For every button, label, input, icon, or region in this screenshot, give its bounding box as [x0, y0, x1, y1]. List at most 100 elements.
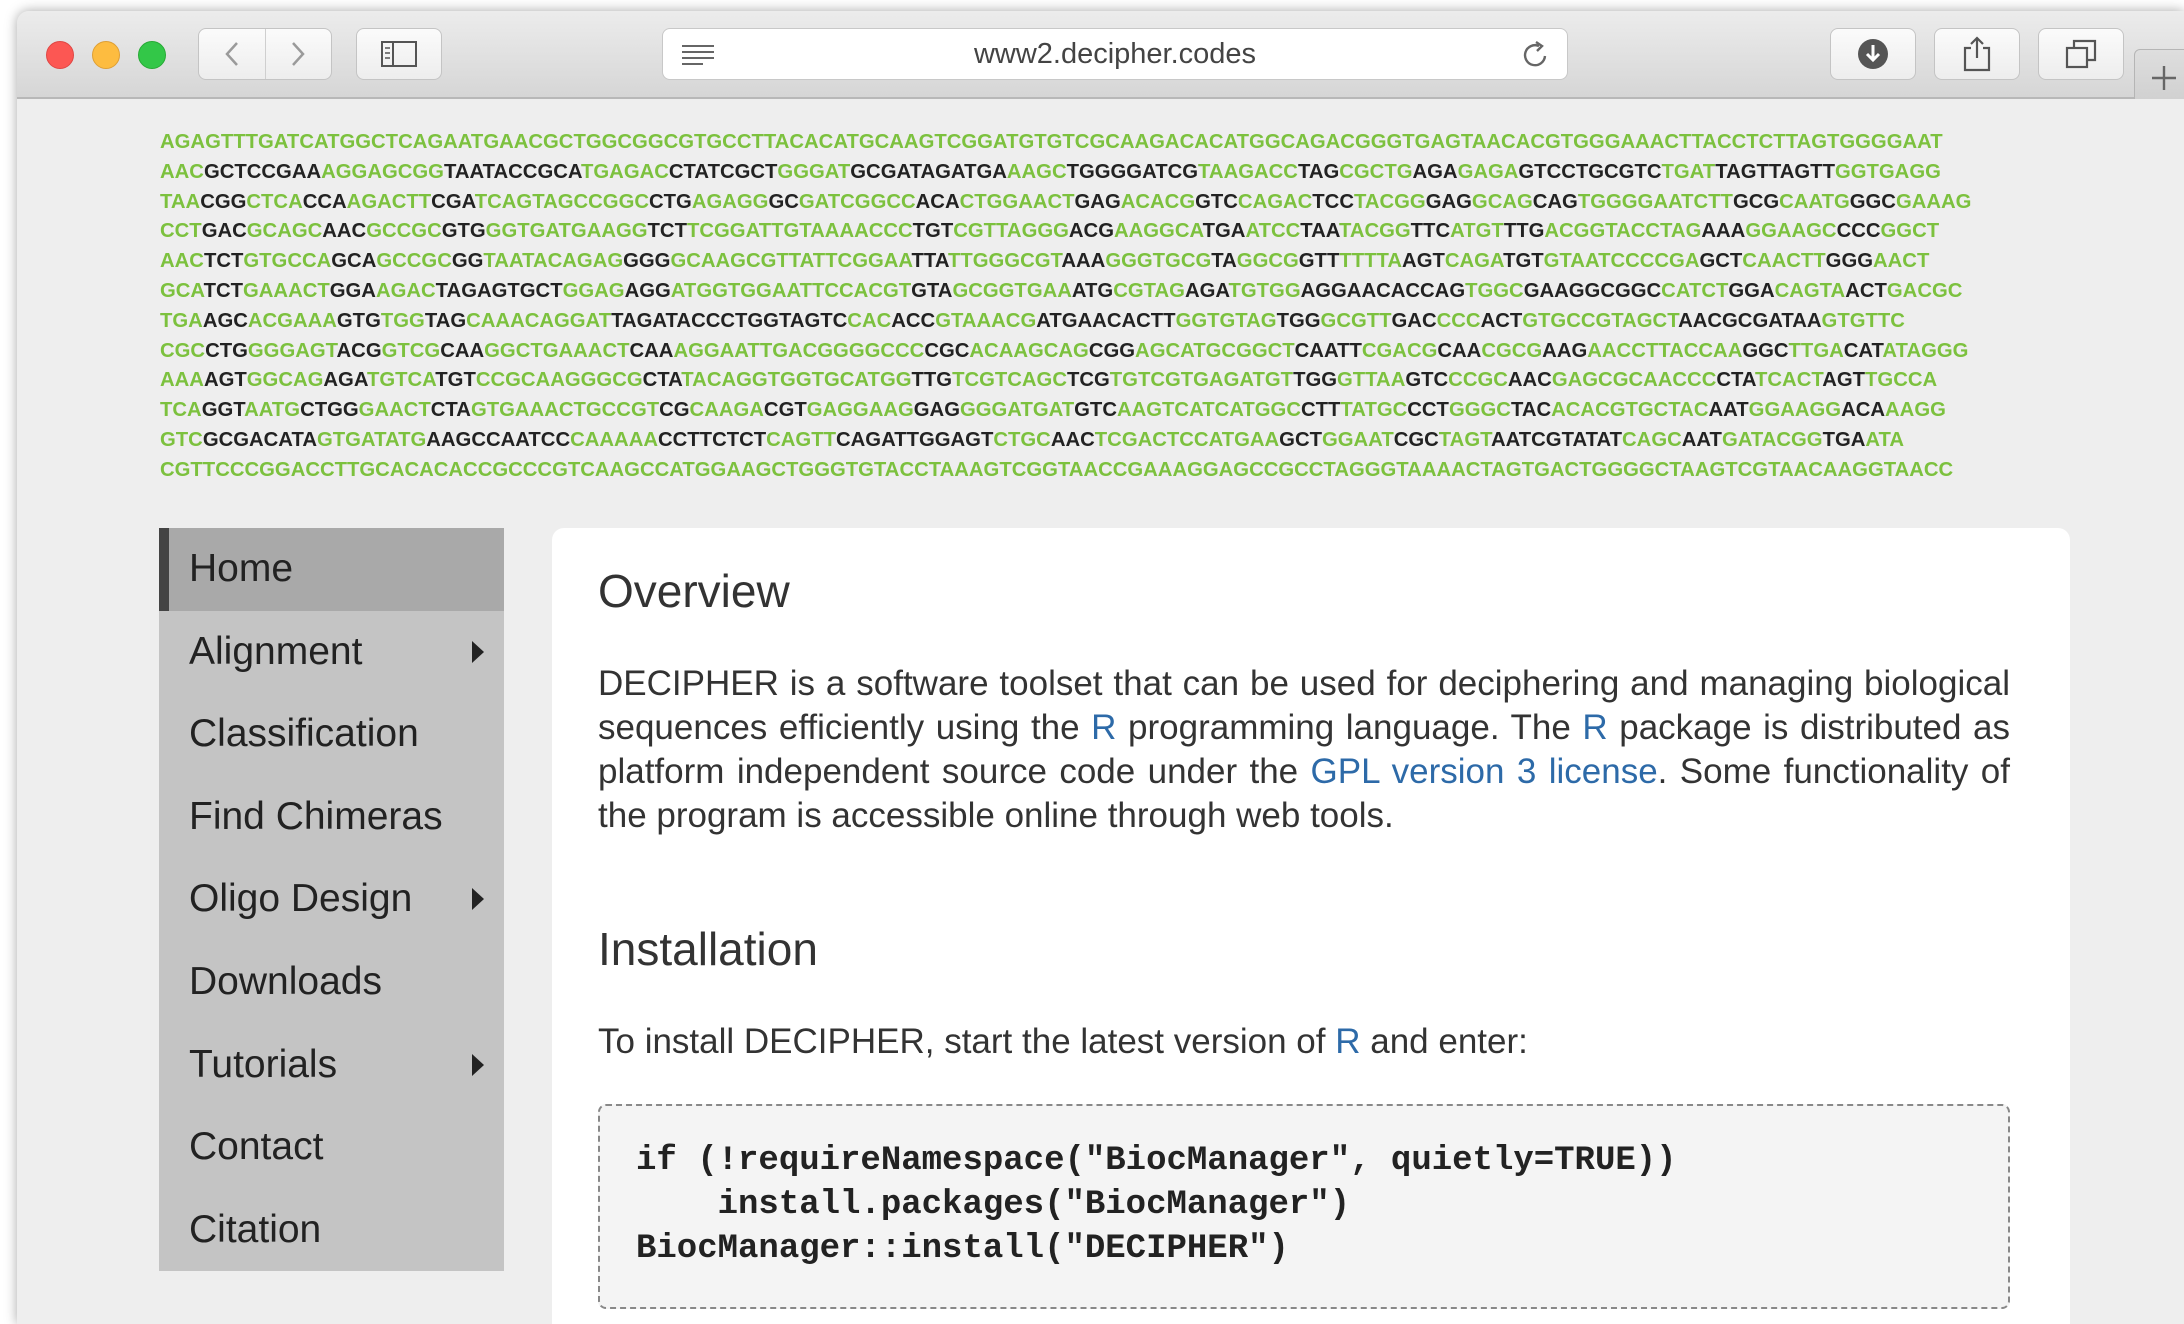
dna-segment: TGA	[1822, 428, 1866, 451]
dna-segment: CGACG	[1361, 339, 1438, 362]
downloads-button[interactable]	[1830, 28, 1916, 80]
plus-icon	[2152, 66, 2176, 90]
dna-segment: TCGTCAGC	[952, 369, 1067, 392]
dna-segment: TACAGGTGGTGCATGG	[681, 369, 912, 392]
zoom-window-button[interactable]	[138, 41, 166, 69]
dna-segment: AAA	[160, 369, 204, 392]
sidebar-item-label: Find Chimeras	[189, 794, 443, 838]
dna-segment: CAGA	[1444, 250, 1504, 273]
dna-segment: ACC	[891, 309, 936, 332]
dna-segment: CGG	[1088, 339, 1136, 362]
dna-segment: TA	[1211, 250, 1237, 273]
dna-segment: ACAAGCAG	[969, 339, 1089, 362]
gpl-license-link[interactable]: GPL version 3 license	[1311, 752, 1658, 791]
dna-segment: AAA	[1061, 250, 1106, 273]
sidebar-toggle-button[interactable]	[356, 28, 442, 80]
dna-segment: AATG	[244, 399, 301, 422]
dna-sequence-row: CGCCTGGGGAGTACGGTCGCAAGGCTGAAACTCAAAGGAA…	[160, 337, 2053, 367]
dna-segment: AACGCGATAA	[1678, 309, 1822, 332]
dna-segment: TGG	[1276, 309, 1321, 332]
reload-icon[interactable]	[1521, 40, 1551, 70]
r-link[interactable]: R	[1091, 708, 1116, 747]
dna-segment: ATGT	[1450, 220, 1504, 243]
dna-segment: GCA	[160, 279, 204, 302]
dna-segment: TAGATACCCTGGTAGTC	[611, 309, 848, 332]
dna-segment: TCT	[647, 220, 687, 243]
dna-segment: TGG	[380, 309, 425, 332]
dna-segment: GG	[451, 250, 484, 273]
dna-segment: GCTCCGAA	[203, 160, 322, 183]
dna-segment: TGT	[435, 369, 476, 392]
dna-segment: AGC	[202, 309, 248, 332]
dna-segment: AGCATGCGGCT	[1135, 339, 1295, 362]
minimize-window-button[interactable]	[92, 41, 120, 69]
dna-sequence-row: AGAGTTTGATCATGGCTCAGAATGAACGCTGGCGGCGTGC…	[160, 128, 2053, 158]
dna-segment: ACG	[1068, 220, 1114, 243]
r-link[interactable]: R	[1582, 708, 1607, 747]
dna-segment: GCT	[1279, 428, 1322, 451]
dna-sequence-row: GTCGCGACATAGTGATATGAAGCCAATCCCAAAAACCTTC…	[160, 426, 2053, 456]
dna-segment: GGCAG	[246, 369, 324, 392]
dna-segment: AGT	[1402, 250, 1445, 273]
dna-segment: GAAACT	[243, 279, 330, 302]
dna-segment: TGA	[160, 309, 203, 332]
dna-segment: CG	[659, 399, 690, 422]
dna-segment: TAG	[424, 309, 467, 332]
dna-segment: TAA	[1300, 220, 1339, 243]
dna-segment: GATCGGCC	[798, 190, 916, 213]
dna-segment: CCT	[160, 220, 202, 243]
close-window-button[interactable]	[46, 41, 74, 69]
back-button[interactable]	[199, 29, 266, 79]
dna-segment: AAGCCAATCC	[426, 428, 571, 451]
dna-segment: GGA	[1728, 279, 1775, 302]
dna-sequence-row: TAACGGCTCACCAAGACTTCGATCAGTAGCCGGCCTGAGA…	[160, 188, 2053, 218]
dna-segment: CATCT	[1661, 279, 1729, 302]
dna-segment: AGGAACACCAG	[1300, 279, 1466, 302]
dna-segment: GTGCCGTAGCT	[1522, 309, 1679, 332]
dna-segment: ACACG	[1120, 190, 1196, 213]
dna-segment: AGA	[1184, 279, 1229, 302]
sidebar-item-home[interactable]: Home	[159, 528, 504, 611]
dna-segment: TTG	[911, 369, 953, 392]
dna-segment: ATA	[1865, 428, 1905, 451]
dna-segment: CCC	[1436, 309, 1481, 332]
sidebar-item-find-chimeras[interactable]: Find Chimeras	[159, 776, 504, 859]
dna-segment: TGTCA	[366, 369, 436, 392]
dna-segment: TGGGGAATCTT	[1577, 190, 1733, 213]
dna-segment: TACGG	[1353, 190, 1426, 213]
dna-segment: ACT	[1480, 309, 1523, 332]
dna-segment: GCGATAGATGA	[850, 160, 1007, 183]
dna-segment: GTAATCCCCGA	[1543, 250, 1700, 273]
sidebar-item-alignment[interactable]: Alignment	[159, 611, 504, 694]
sidebar-item-downloads[interactable]: Downloads	[159, 941, 504, 1024]
sidebar-item-contact[interactable]: Contact	[159, 1106, 504, 1189]
dna-segment: CAATT	[1294, 339, 1362, 362]
dna-segment: AAG	[1542, 339, 1588, 362]
dna-segment: GAG	[913, 399, 960, 422]
dna-segment: AGGAATTGACGGGGCCC	[673, 339, 925, 362]
dna-segment: TGCCA	[1865, 369, 1938, 392]
dna-segment: AAC	[1507, 369, 1552, 392]
dna-segment: TTTTA	[1339, 250, 1403, 273]
dna-segment: GTT	[1298, 250, 1340, 273]
sidebar-item-tutorials[interactable]: Tutorials	[159, 1024, 504, 1107]
dna-segment: GGTGTAG	[1175, 309, 1277, 332]
sidebar-item-label: Oligo Design	[189, 877, 413, 921]
sidebar-item-label: Tutorials	[189, 1042, 338, 1086]
r-link[interactable]: R	[1335, 1022, 1360, 1061]
dna-segment: GCGACATA	[202, 428, 317, 451]
dna-segment: CAGTT	[766, 428, 836, 451]
share-button[interactable]	[1934, 28, 2020, 80]
dna-segment: CGC	[160, 339, 206, 362]
sidebar-item-citation[interactable]: Citation	[159, 1189, 504, 1272]
sidebar-item-oligo-design[interactable]: Oligo Design	[159, 858, 504, 941]
sidebar-item-classification[interactable]: Classification	[159, 693, 504, 776]
dna-segment: TCGACTCCATGAA	[1094, 428, 1280, 451]
tabs-overview-button[interactable]	[2038, 28, 2124, 80]
dna-segment: GGGATGAT	[959, 399, 1075, 422]
dna-segment: GAAGGCGGC	[1523, 279, 1662, 302]
address-bar[interactable]: www2.decipher.codes	[662, 28, 1568, 80]
dna-segment: ACA	[1841, 399, 1886, 422]
dna-segment: CAGAC	[1237, 190, 1313, 213]
forward-button[interactable]	[266, 29, 332, 79]
